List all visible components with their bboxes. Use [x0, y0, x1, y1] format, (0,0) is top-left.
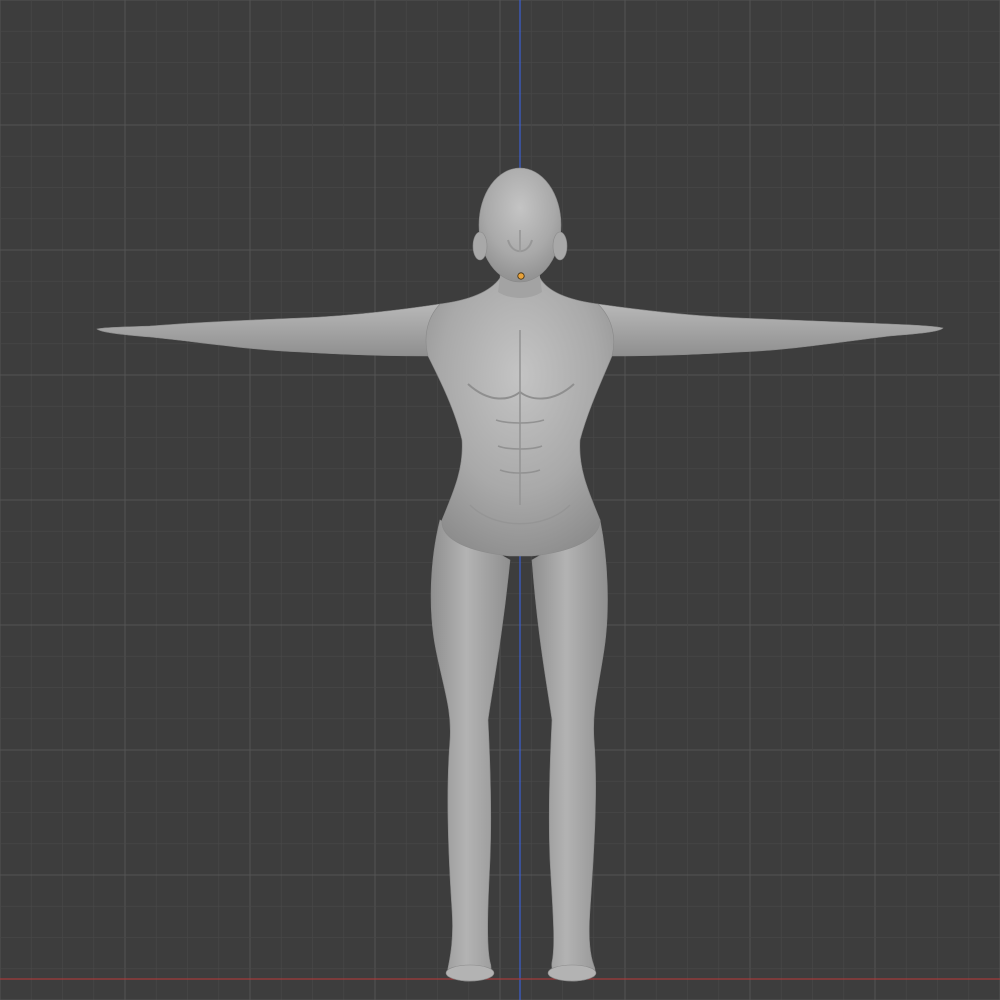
right-leg[interactable]: [531, 519, 608, 982]
head[interactable]: [478, 167, 562, 283]
left-ear: [472, 231, 488, 261]
viewport-canvas[interactable]: [0, 0, 1000, 1000]
left-foot: [445, 964, 495, 982]
left-leg[interactable]: [430, 519, 511, 982]
3d-viewport[interactable]: [0, 0, 1000, 1000]
object-origin-point[interactable]: [517, 272, 525, 280]
right-ear: [552, 231, 568, 261]
right-arm[interactable]: [597, 303, 944, 357]
left-arm[interactable]: [96, 303, 441, 357]
right-foot: [547, 964, 597, 982]
